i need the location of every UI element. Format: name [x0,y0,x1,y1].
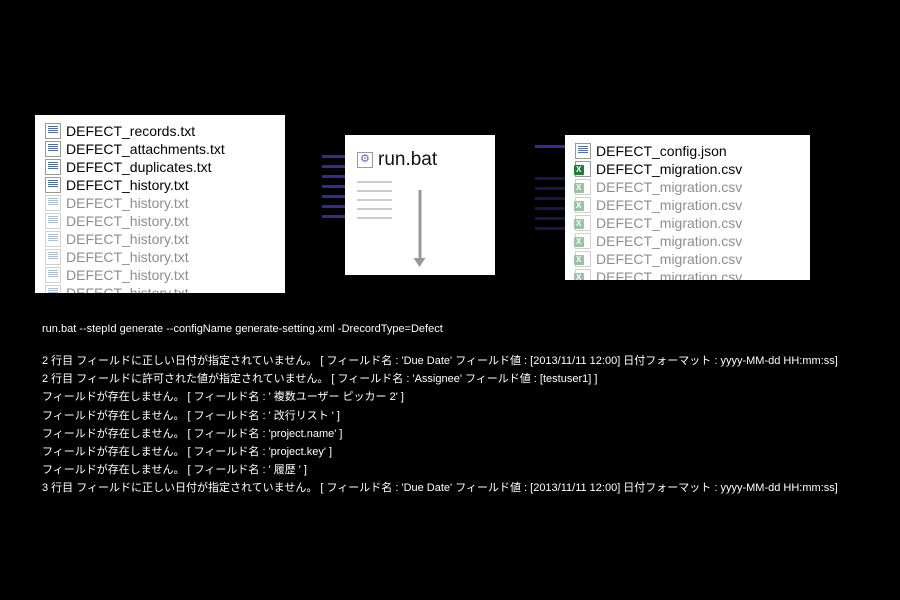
file-row: DEFECT_records.txt [45,123,275,139]
file-row: DEFECT_history.txt [45,195,275,211]
txt-file-icon [575,143,591,159]
excel-file-icon [575,269,591,280]
filename: DEFECT_history.txt [66,213,189,229]
file-row: DEFECT_migration.csv [575,161,800,177]
file-row: DEFECT_migration.csv [575,179,800,195]
txt-file-icon [45,249,61,265]
excel-file-icon [575,215,591,231]
excel-file-icon [575,233,591,249]
filename: DEFECT_attachments.txt [66,141,225,157]
file-row: DEFECT_history.txt [45,177,275,193]
input-files-panel: DEFECT_records.txt DEFECT_attachments.tx… [35,115,285,293]
filename: DEFECT_config.json [596,143,727,159]
file-row: DEFECT_migration.csv [575,269,800,280]
filename: DEFECT_history.txt [66,267,189,283]
log-line: フィールドが存在しません。 [ フィールド名 : ' 複数ユーザー ピッカー 2… [42,388,872,406]
file-row: DEFECT_history.txt [45,213,275,229]
file-row: DEFECT_migration.csv [575,197,800,213]
txt-file-icon [45,195,61,211]
log-line: フィールドが存在しません。 [ フィールド名 : 'project.name' … [42,425,872,443]
file-row: DEFECT_config.json [575,143,800,159]
command-line: run.bat --stepId generate --configName g… [42,320,872,338]
filename: DEFECT_history.txt [66,177,189,193]
script-name: run.bat [378,149,437,171]
file-row: DEFECT_history.txt [45,249,275,265]
filename: DEFECT_migration.csv [596,251,742,267]
file-row: DEFECT_migration.csv [575,215,800,231]
log-line: フィールドが存在しません。 [ フィールド名 : ' 履歴 ' ] [42,461,872,479]
process-panel: run.bat [345,135,495,275]
output-files-panel: DEFECT_config.json DEFECT_migration.csv … [565,135,810,280]
filename: DEFECT_migration.csv [596,179,742,195]
filename: DEFECT_history.txt [66,231,189,247]
file-row: DEFECT_migration.csv [575,251,800,267]
log-line: 2 行目 フィールドに許可された値が指定されていません。 [ フィールド名 : … [42,370,872,388]
filename: DEFECT_migration.csv [596,161,742,177]
txt-file-icon [45,267,61,283]
excel-file-icon [575,161,591,177]
log-line: フィールドが存在しません。 [ フィールド名 : ' 改行リスト ' ] [42,407,872,425]
filename: DEFECT_history.txt [66,195,189,211]
filename: DEFECT_records.txt [66,123,195,139]
gear-file-icon [357,152,373,168]
file-row: run.bat [357,149,483,171]
txt-file-icon [45,123,61,139]
file-row: DEFECT_migration.csv [575,233,800,249]
filename: DEFECT_migration.csv [596,269,742,280]
filename: DEFECT_duplicates.txt [66,159,212,175]
log-line: 3 行目 フィールドに正しい日付が指定されていません。 [ フィールド名 : '… [42,479,872,497]
excel-file-icon [575,251,591,267]
log-line: 2 行目 フィールドに正しい日付が指定されていません。 [ フィールド名 : '… [42,352,872,370]
filename: DEFECT_history.txt [66,285,189,293]
file-row: DEFECT_history.txt [45,267,275,283]
file-row: DEFECT_duplicates.txt [45,159,275,175]
excel-file-icon [575,179,591,195]
down-arrow-icon [419,190,422,260]
txt-file-icon [45,159,61,175]
txt-file-icon [45,141,61,157]
file-row: DEFECT_history.txt [45,285,275,293]
txt-file-icon [45,285,61,293]
filename: DEFECT_migration.csv [596,197,742,213]
excel-file-icon [575,197,591,213]
txt-file-icon [45,177,61,193]
filename: DEFECT_migration.csv [596,233,742,249]
file-row: DEFECT_history.txt [45,231,275,247]
console-output: run.bat --stepId generate --configName g… [42,320,872,497]
filename: DEFECT_migration.csv [596,215,742,231]
filename: DEFECT_history.txt [66,249,189,265]
txt-file-icon [45,213,61,229]
flow-diagram: DEFECT_records.txt DEFECT_attachments.tx… [35,115,865,290]
file-row: DEFECT_attachments.txt [45,141,275,157]
log-line: フィールドが存在しません。 [ フィールド名 : 'project.key' ] [42,443,872,461]
txt-file-icon [45,231,61,247]
